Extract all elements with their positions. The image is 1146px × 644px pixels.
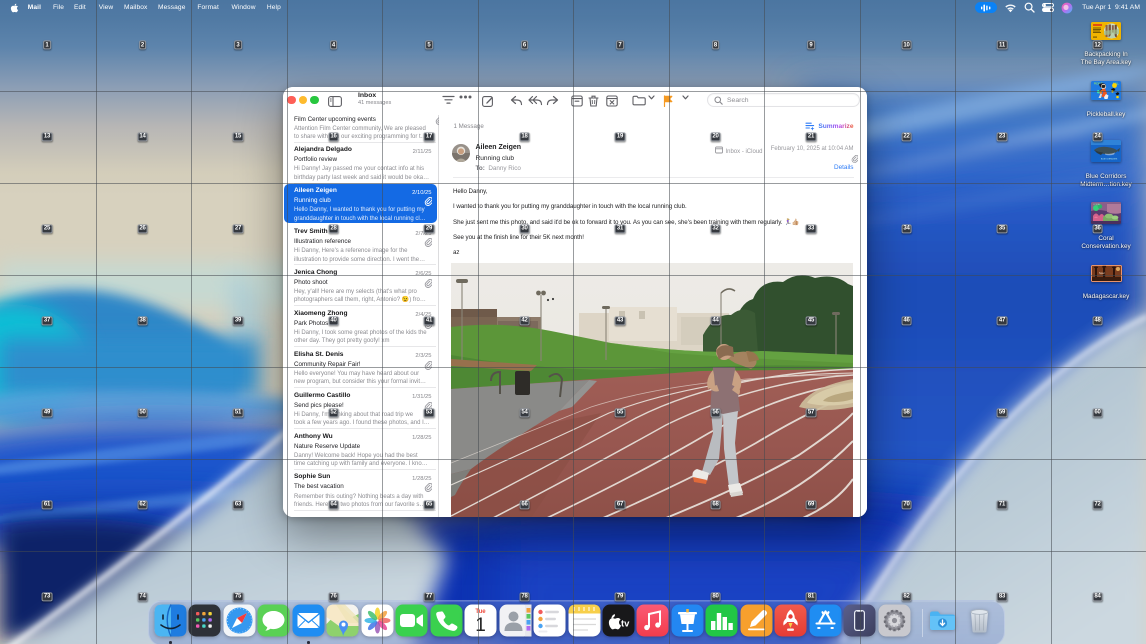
svg-text:tv: tv (621, 619, 630, 630)
svg-text:BLUE CORRIDORS: BLUE CORRIDORS (1101, 158, 1118, 160)
svg-text:CORAL: CORAL (1093, 203, 1101, 206)
